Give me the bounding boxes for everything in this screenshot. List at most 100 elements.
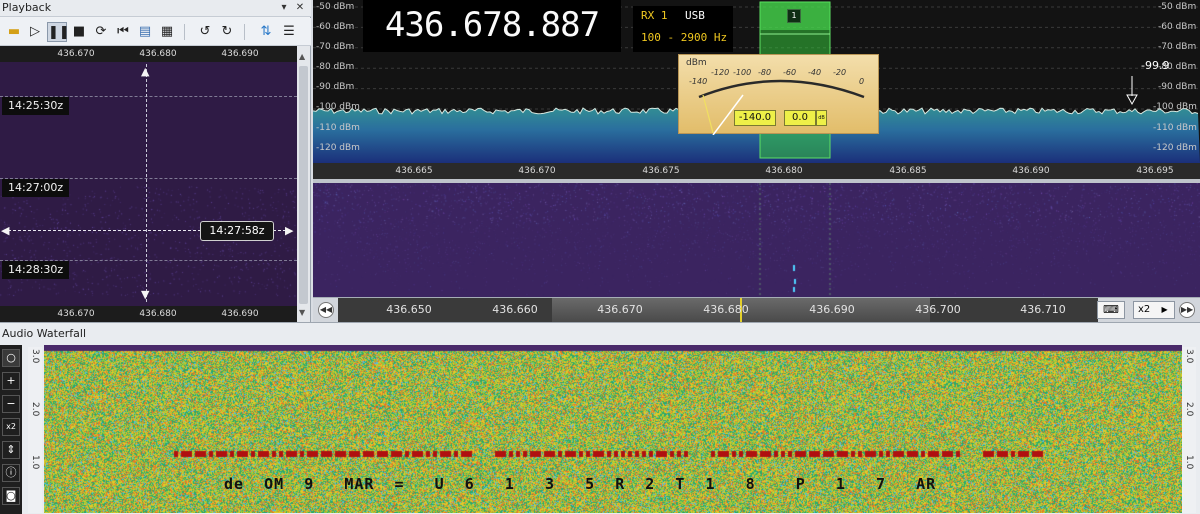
arrow-left-icon[interactable]: ◀	[1, 225, 9, 236]
audio-waterfall-display[interactable]: de OM 9 MAR = U 6 1 3 5 R 2 T 1 8 P 1 7 …	[44, 345, 1182, 513]
s-meter-tick: -120	[711, 68, 730, 77]
tuning-bar: ◀◀ 436.650 436.660 436.670 436.680 436.6…	[313, 297, 1200, 322]
scroll-thumb[interactable]	[299, 66, 308, 304]
tuning-tick: 436.700	[915, 303, 961, 316]
skip-back-icon[interactable]: ⏮	[113, 22, 133, 42]
open-folder-icon[interactable]: ▬	[4, 22, 24, 42]
freq-tick: 436.670	[518, 166, 556, 176]
ruler-tick: 436.690	[221, 49, 259, 59]
dbm-label: -120 dBm	[1153, 143, 1197, 153]
info-icon[interactable]: ⓘ	[2, 464, 20, 482]
rf-waterfall[interactable]	[313, 183, 1200, 297]
peak-marker-label: -99.9	[1141, 59, 1170, 72]
s-meter-tick: -100	[733, 68, 752, 77]
dbm-label: -100 dBm	[1153, 102, 1197, 112]
ruler-tick: 436.690	[221, 309, 259, 319]
arrow-right-icon[interactable]: ▶	[285, 225, 293, 236]
vfo-number-badge: 1	[787, 9, 801, 23]
s-meter-dial	[698, 79, 865, 135]
tuning-scale[interactable]: 436.650 436.660 436.670 436.680 436.690 …	[338, 298, 1098, 322]
arrow-down-icon[interactable]: ▼	[141, 289, 149, 300]
playback-ruler-top: 436.670 436.680 436.690	[0, 46, 297, 62]
freq-tick: 436.680	[765, 166, 803, 176]
print-icon[interactable]: ▤	[135, 22, 155, 42]
s-meter-offset: 0.0	[784, 110, 816, 126]
plus-icon[interactable]: +	[2, 372, 20, 390]
circle-icon[interactable]: ○	[2, 349, 20, 367]
peak-marker-icon	[1126, 94, 1138, 106]
dbm-label: -120 dBm	[316, 143, 360, 153]
playback-titlebar: Playback ▾ ✕	[0, 0, 311, 17]
minus-icon[interactable]: −	[2, 395, 20, 413]
frequency-ruler: 436.665 436.670 436.675 436.680 436.685 …	[313, 163, 1200, 179]
menu-icon[interactable]: ☰	[279, 22, 299, 42]
audio-scale-tick: 1.0	[1184, 455, 1194, 470]
tuning-tick: 436.680	[703, 303, 749, 316]
frequency-readout[interactable]: 436.678.887	[363, 5, 621, 45]
playback-scrollbar[interactable]: ▲ ▼	[297, 46, 310, 322]
tune-left-icon[interactable]: ◀◀	[318, 302, 334, 318]
x2-button[interactable]: x2	[2, 418, 20, 436]
ruler-tick: 436.680	[139, 309, 177, 319]
s-meter-tick: -80	[758, 68, 772, 77]
tuning-tick: 436.710	[1020, 303, 1066, 316]
receiver-info: RX 1 USB 100 - 2900 Hz	[633, 6, 733, 52]
scroll-up-icon[interactable]: ▲	[299, 52, 305, 61]
s-meter-offset-unit: dB	[816, 110, 827, 126]
play-icon[interactable]: ▷	[25, 22, 45, 42]
audio-scale-tick: 3.0	[1184, 349, 1194, 364]
dbm-label: -70 dBm	[1158, 42, 1197, 52]
dbm-label: -60 dBm	[316, 22, 355, 32]
tune-right-icon[interactable]: ▶▶	[1179, 302, 1195, 318]
toolbar-separator	[244, 24, 245, 40]
dbm-label: -70 dBm	[316, 42, 355, 52]
pause-icon[interactable]: ❚❚	[47, 22, 70, 42]
calendar-icon[interactable]: ▦	[157, 22, 177, 42]
dbm-label: -100 dBm	[316, 102, 360, 112]
dbm-label: -50 dBm	[1158, 2, 1197, 12]
time-label: 14:25:30z	[2, 97, 70, 115]
audio-waterfall-panel: Audio Waterfall ○ + − x2 ⇕ ⓘ ◙ 3.0 2.0 1…	[0, 322, 1200, 514]
freq-tick: 436.695	[1136, 166, 1174, 176]
freq-tick: 436.685	[889, 166, 927, 176]
playback-title: Playback	[2, 1, 52, 14]
mode-label[interactable]: USB	[685, 9, 705, 22]
spectrum-display[interactable]: -50 dBm -60 dBm -70 dBm -80 dBm -90 dBm …	[313, 0, 1200, 180]
keyboard-icon[interactable]: ⌨	[1097, 301, 1125, 319]
playback-view[interactable]: 436.670 436.680 436.690 14:25:30z 14:27:…	[0, 46, 297, 322]
cursor-time-label: 14:27:58z	[200, 221, 274, 241]
stop-icon[interactable]: ■	[69, 22, 89, 42]
arrow-up-icon[interactable]: ▲	[141, 66, 149, 77]
scroll-down-icon[interactable]: ▼	[299, 308, 305, 317]
s-meter-level: -140.0	[734, 110, 776, 126]
loop-icon[interactable]: ⟳	[91, 22, 111, 42]
dbm-label: -110 dBm	[316, 123, 360, 133]
close-icon[interactable]: ✕	[294, 2, 306, 14]
play-icon: ▶	[1161, 305, 1168, 314]
zoom-label: x2	[1138, 304, 1151, 315]
updown-icon[interactable]: ⇕	[2, 441, 20, 459]
dbm-label: -60 dBm	[1158, 22, 1197, 32]
tuning-tick: 436.650	[386, 303, 432, 316]
refresh-icon[interactable]: ⇅	[256, 22, 276, 42]
time-label: 14:28:30z	[2, 261, 70, 279]
frequency-display[interactable]: 436.678.887	[363, 0, 621, 52]
ruler-tick: 436.680	[139, 49, 177, 59]
s-meter-tick: -140	[689, 77, 708, 86]
cursor-vertical-line	[146, 64, 147, 302]
camera-icon[interactable]: ◙	[2, 487, 20, 505]
audio-waterfall-toolbar: ○ + − x2 ⇕ ⓘ ◙	[0, 345, 22, 514]
s-meter: dBm -140 -120 -100 -80 -60 -40 -20 0 -14…	[678, 54, 879, 135]
audio-scale-tick: 1.0	[30, 455, 40, 470]
rx-label: RX 1	[641, 9, 668, 22]
zoom-button[interactable]: x2 ▶	[1133, 301, 1175, 319]
tuning-tick: 436.670	[597, 303, 643, 316]
audio-scale-tick: 2.0	[30, 402, 40, 417]
ruler-tick: 436.670	[57, 49, 95, 59]
dbm-label: -110 dBm	[1153, 123, 1197, 133]
undo-icon[interactable]: ↺	[195, 22, 215, 42]
dbm-label: -90 dBm	[316, 82, 355, 92]
pin-icon[interactable]: ▾	[278, 2, 290, 14]
time-label: 14:27:00z	[2, 179, 70, 197]
redo-icon[interactable]: ↻	[217, 22, 237, 42]
